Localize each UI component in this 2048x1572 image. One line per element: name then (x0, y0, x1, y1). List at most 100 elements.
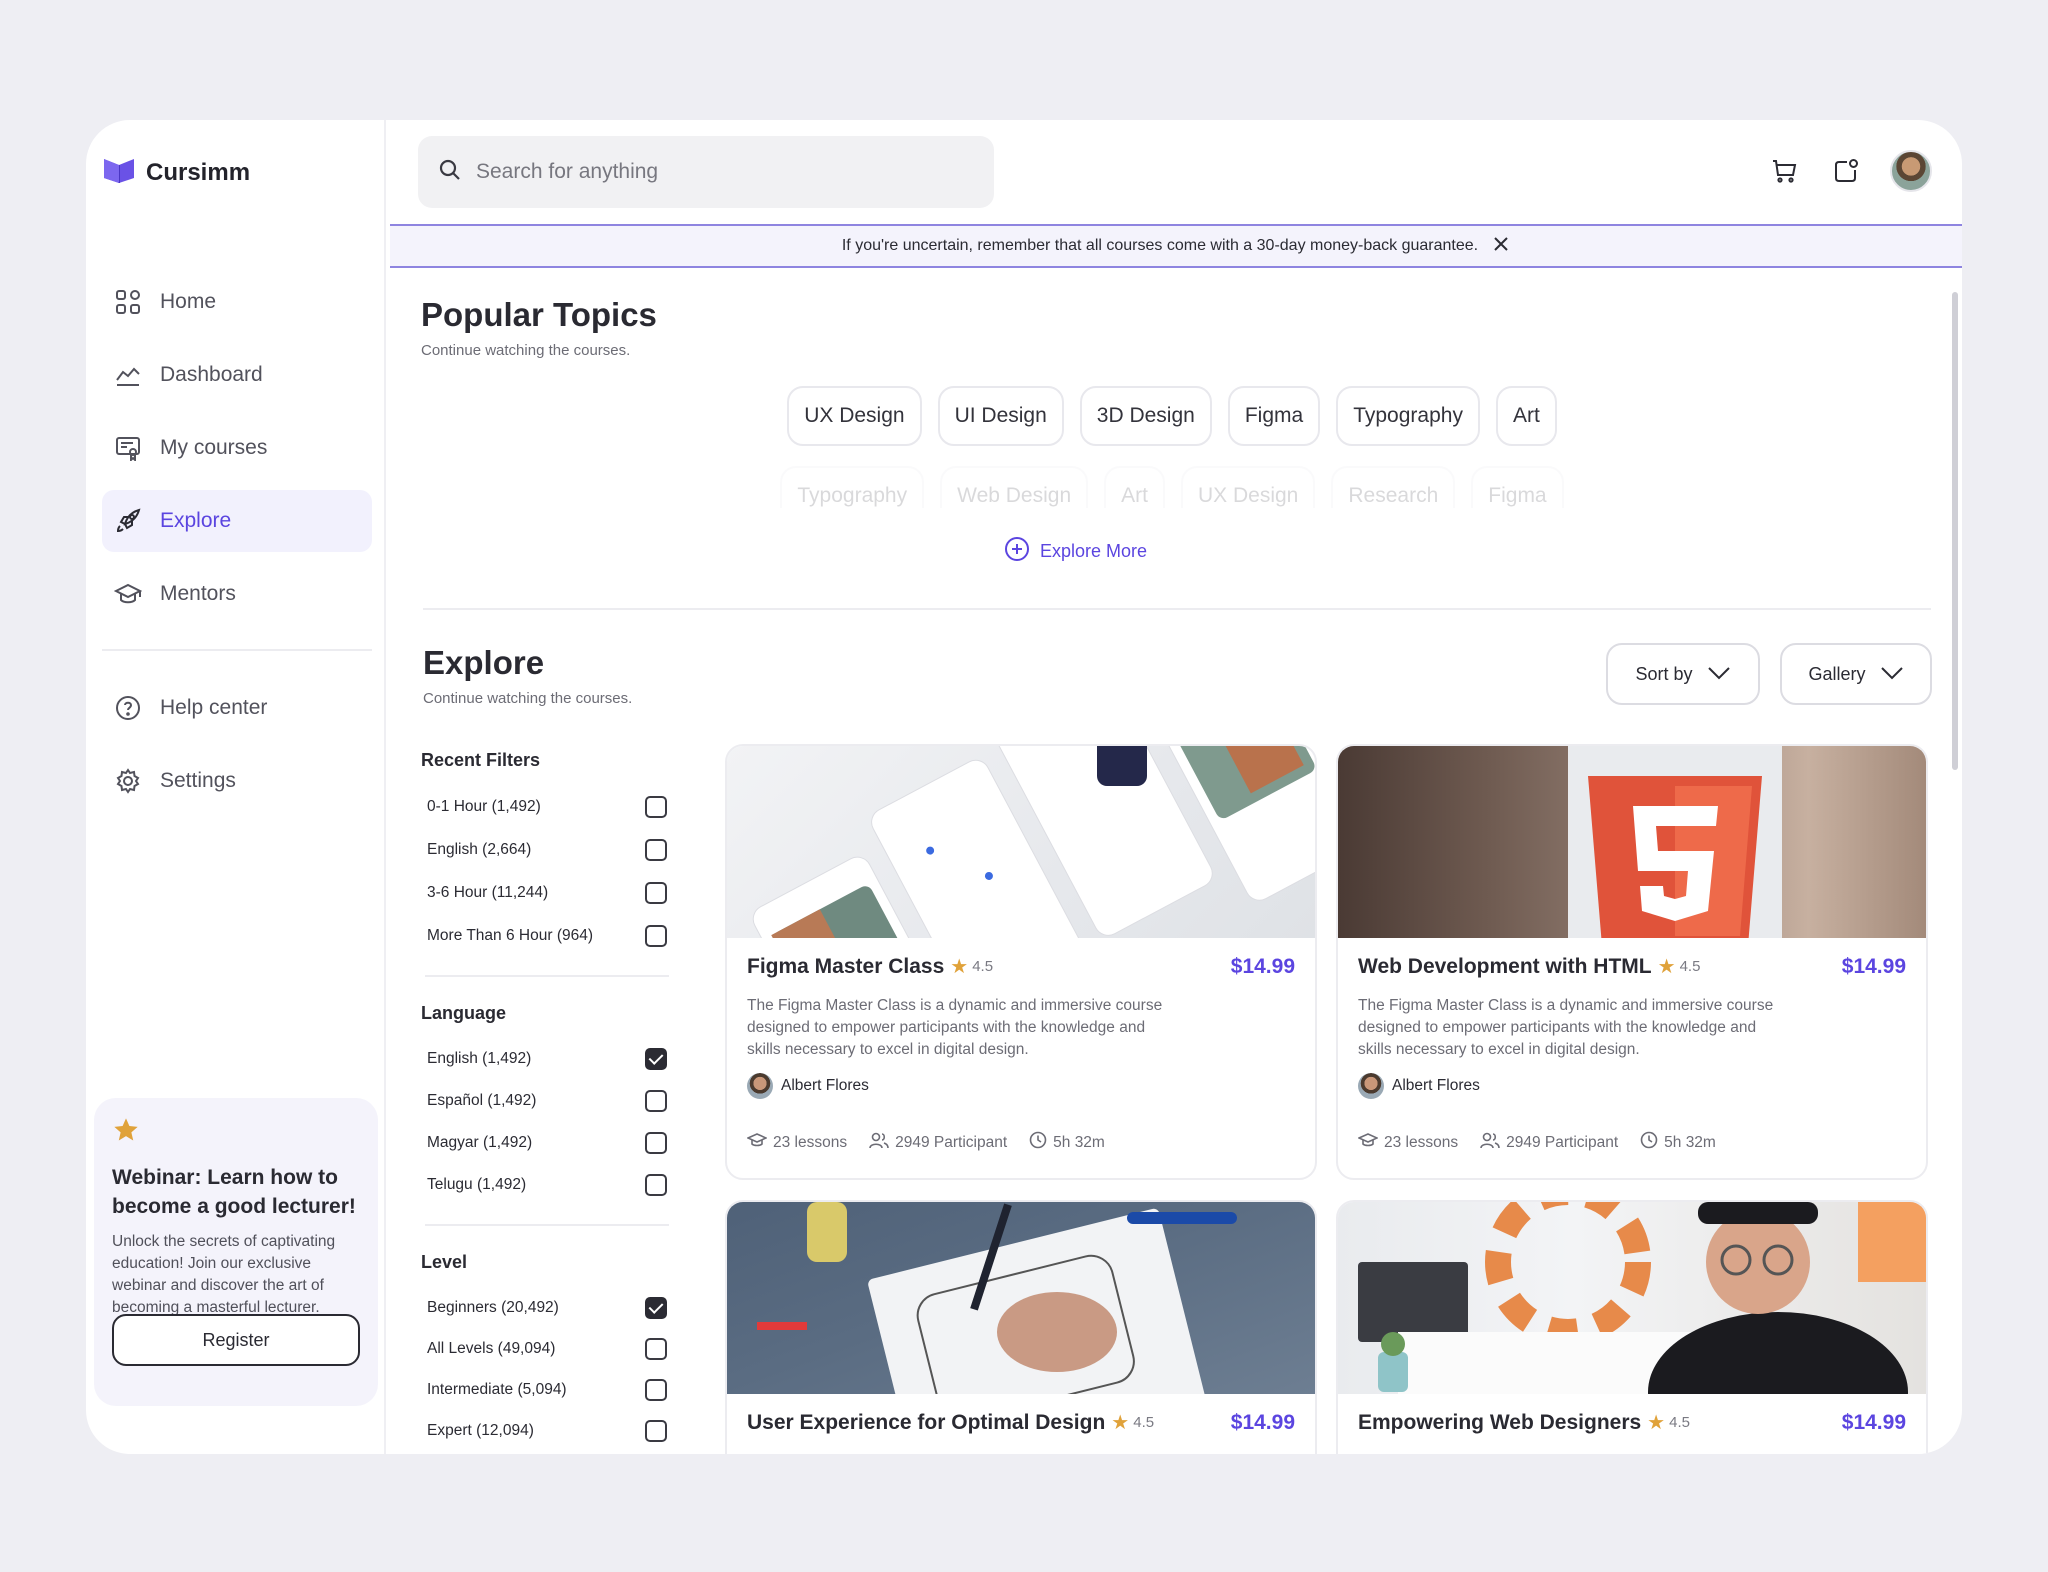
topic-chip[interactable]: Figma (1227, 386, 1321, 446)
filter-option[interactable]: Expert (12,094) (421, 1410, 673, 1451)
top-actions (1766, 150, 1932, 192)
webinar-description: Unlock the secrets of captivating educat… (112, 1233, 336, 1316)
topic-chip[interactable]: Art (1495, 386, 1557, 446)
filter-option[interactable]: Telugu (1,492) (421, 1164, 673, 1206)
course-title[interactable]: Figma Master Class (747, 955, 944, 979)
course-thumbnail (1338, 746, 1926, 938)
graduation-cap-icon (114, 580, 142, 608)
course-card[interactable]: Web Development with HTML ★ 4.5 $14.99 T… (1336, 744, 1928, 1180)
view-mode-dropdown[interactable]: Gallery (1780, 643, 1932, 705)
star-icon: ★ (1657, 956, 1676, 978)
sidebar: Cursimm Home Dashboard My courses Explor… (86, 120, 386, 1454)
course-title[interactable]: User Experience for Optimal Design (747, 1411, 1105, 1435)
checkbox[interactable] (645, 795, 667, 818)
filter-label: Beginners (427, 1298, 497, 1316)
webinar-title: Webinar: Learn how to become a good lect… (112, 1166, 356, 1218)
checkbox[interactable] (645, 1337, 667, 1360)
filter-option[interactable]: Intermediate (5,094) (421, 1369, 673, 1410)
filter-option[interactable]: 3-6 Hour (11,244) (421, 871, 673, 914)
topic-chip[interactable]: Typography (1336, 386, 1480, 446)
topic-chip: UX Design (1180, 466, 1316, 508)
filter-divider (425, 975, 669, 977)
book-logo-icon (102, 156, 136, 189)
nav-item-dashboard[interactable]: Dashboard (102, 344, 372, 406)
search-icon (438, 158, 462, 187)
filter-option[interactable]: All Levels (49,094) (421, 1328, 673, 1369)
filter-option[interactable]: More Than 6 Hour (964) (421, 914, 673, 957)
clock-icon (1029, 1131, 1047, 1154)
course-duration: 5h 32m (1664, 1133, 1716, 1151)
filter-option[interactable]: 0-1 Hour (1,492) (421, 785, 673, 828)
topic-chip[interactable]: UX Design (787, 386, 922, 446)
checkbox[interactable] (645, 838, 667, 861)
course-author[interactable]: Albert Flores (1358, 1073, 1906, 1099)
checkbox-checked[interactable] (645, 1048, 667, 1070)
nav-label: Mentors (160, 582, 236, 605)
logo[interactable]: Cursimm (102, 156, 250, 189)
chevron-down-icon (1880, 664, 1904, 685)
register-button[interactable]: Register (112, 1314, 360, 1366)
participants-count: 2949 Participant (895, 1133, 1008, 1151)
nav-item-home[interactable]: Home (102, 271, 372, 333)
chevron-down-icon (1707, 664, 1731, 685)
filter-option[interactable]: Magyar (1,492) (421, 1122, 673, 1164)
topic-chip: Research (1331, 466, 1456, 508)
filter-option[interactable]: Beginners (20,492) (421, 1287, 673, 1328)
filter-count: (1,492) (487, 1092, 537, 1109)
filter-count: (11,244) (491, 883, 549, 901)
nav-item-settings[interactable]: Settings (102, 750, 372, 812)
popular-topics-header: Popular Topics Continue watching the cou… (421, 296, 657, 359)
checkbox[interactable] (645, 881, 667, 904)
checkbox[interactable] (645, 1132, 667, 1154)
filter-option[interactable]: English (1,492) (421, 1038, 673, 1080)
graduation-cap-icon (1357, 1131, 1379, 1154)
topic-chip[interactable]: UI Design (937, 386, 1064, 446)
gear-icon (114, 767, 142, 795)
nav-item-mentors[interactable]: Mentors (102, 563, 372, 625)
course-rating: 4.5 (1133, 1414, 1155, 1431)
cart-icon[interactable] (1766, 153, 1802, 189)
checkbox[interactable] (645, 924, 667, 947)
checkbox[interactable] (645, 1419, 667, 1442)
lessons-count: 23 lessons (1384, 1133, 1459, 1151)
nav-label: Dashboard (160, 363, 263, 386)
filters-panel: Recent Filters 0-1 Hour (1,492) English … (421, 750, 673, 1451)
course-card[interactable]: Figma Master Class ★ 4.5 $14.99 The Figm… (725, 744, 1317, 1180)
close-icon[interactable] (1492, 235, 1510, 258)
checkbox[interactable] (645, 1378, 667, 1401)
filter-count: (1,492) (482, 1050, 532, 1067)
search-input[interactable] (476, 160, 956, 184)
course-card[interactable]: Empowering Web Designers ★ 4.5 $14.99 (1336, 1200, 1928, 1454)
checkbox[interactable] (645, 1090, 667, 1112)
filter-count: (12,094) (476, 1421, 534, 1439)
filter-count: (964) (556, 926, 593, 944)
course-price: $14.99 (1841, 954, 1906, 978)
course-thumbnail (727, 1202, 1315, 1394)
checkbox[interactable] (645, 1174, 667, 1196)
search-bar[interactable] (418, 136, 994, 208)
nav-item-my-courses[interactable]: My courses (102, 417, 372, 479)
scrollbar[interactable] (1952, 292, 1958, 770)
course-duration: 5h 32m (1053, 1133, 1105, 1151)
course-title[interactable]: Empowering Web Designers (1358, 1411, 1641, 1435)
course-rating: 4.5 (1669, 1414, 1690, 1431)
filter-count: (1,492) (491, 797, 541, 815)
filter-count: (1,492) (477, 1176, 527, 1193)
nav-item-explore[interactable]: Explore (102, 490, 372, 552)
filter-option[interactable]: Español (1,492) (421, 1080, 673, 1122)
explore-more-link[interactable]: Explore More (1004, 536, 1147, 567)
notification-icon[interactable] (1828, 153, 1864, 189)
sort-by-dropdown[interactable]: Sort by (1606, 643, 1760, 705)
user-avatar[interactable] (1890, 150, 1932, 192)
rocket-icon (114, 507, 142, 535)
course-card[interactable]: User Experience for Optimal Design ★ 4.5… (725, 1200, 1317, 1454)
author-name: Albert Flores (1392, 1077, 1480, 1094)
course-author[interactable]: Albert Flores (747, 1073, 1295, 1099)
course-title[interactable]: Web Development with HTML (1358, 955, 1652, 979)
course-thumbnail (727, 746, 1315, 938)
checkbox-checked[interactable] (645, 1296, 667, 1319)
nav-item-help-center[interactable]: Help center (102, 677, 372, 739)
filter-option[interactable]: English (2,664) (421, 828, 673, 871)
star-icon: ★ (1111, 1412, 1130, 1434)
topic-chip[interactable]: 3D Design (1079, 386, 1212, 446)
